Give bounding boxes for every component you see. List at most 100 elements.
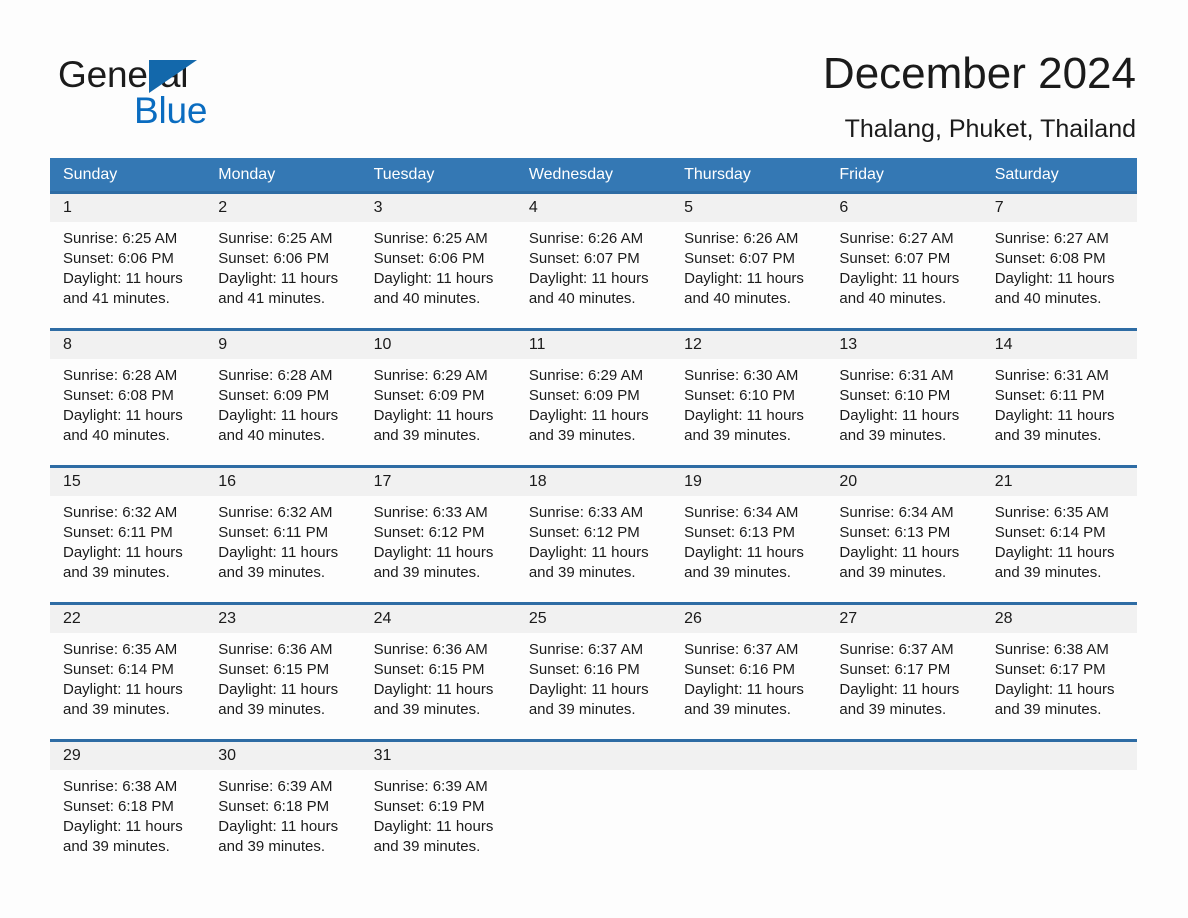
day-number-empty [671,742,826,770]
day-number[interactable]: 26 [671,605,826,633]
day-cell[interactable]: Sunrise: 6:29 AM Sunset: 6:09 PM Dayligh… [516,366,671,465]
week-body: Sunrise: 6:28 AM Sunset: 6:08 PM Dayligh… [50,359,1137,465]
day-number[interactable]: 18 [516,468,671,496]
day-number[interactable]: 16 [205,468,360,496]
sunset-text: Sunset: 6:11 PM [218,524,329,541]
weekday-header-sunday: Sunday [63,166,118,183]
day-number[interactable]: 28 [982,605,1137,633]
day-cell[interactable]: Sunrise: 6:34 AM Sunset: 6:13 PM Dayligh… [671,503,826,602]
day-number[interactable]: 29 [50,742,205,770]
day-cell-empty [671,777,826,872]
day-cell[interactable]: Sunrise: 6:35 AM Sunset: 6:14 PM Dayligh… [50,640,205,739]
day-number[interactable]: 17 [361,468,516,496]
daylight-text-line1: Daylight: 11 hours [373,407,494,424]
day-number[interactable]: 23 [205,605,360,633]
day-number[interactable]: 8 [50,331,205,359]
sunrise-text: Sunrise: 6:39 AM [218,778,333,795]
day-number[interactable]: 19 [671,468,826,496]
day-cell[interactable]: Sunrise: 6:37 AM Sunset: 6:16 PM Dayligh… [516,640,671,739]
sunset-text: Sunset: 6:18 PM [218,798,330,815]
daylight-text-line1: Daylight: 11 hours [528,681,649,698]
day-cell[interactable]: Sunrise: 6:26 AM Sunset: 6:07 PM Dayligh… [516,229,671,328]
day-number[interactable]: 4 [516,194,671,222]
day-cell[interactable]: Sunrise: 6:25 AM Sunset: 6:06 PM Dayligh… [361,229,516,328]
daylight-text-line1: Daylight: 11 hours [994,407,1115,424]
day-number[interactable]: 27 [826,605,981,633]
calendar-week-row: 1 2 3 4 5 6 7 Sunrise: 6:25 AM Sunset: 6… [50,191,1137,328]
sunset-text: Sunset: 6:13 PM [839,524,951,541]
day-cell[interactable]: Sunrise: 6:27 AM Sunset: 6:07 PM Dayligh… [826,229,981,328]
day-cell[interactable]: Sunrise: 6:38 AM Sunset: 6:18 PM Dayligh… [50,777,205,872]
day-cell[interactable]: Sunrise: 6:32 AM Sunset: 6:11 PM Dayligh… [205,503,360,602]
day-number[interactable]: 21 [982,468,1137,496]
day-number[interactable]: 2 [205,194,360,222]
sunrise-text: Sunrise: 6:31 AM [994,367,1109,384]
day-cell[interactable]: Sunrise: 6:36 AM Sunset: 6:15 PM Dayligh… [361,640,516,739]
day-number[interactable]: 1 [50,194,205,222]
day-cell[interactable]: Sunrise: 6:32 AM Sunset: 6:11 PM Dayligh… [50,503,205,602]
day-cell[interactable]: Sunrise: 6:31 AM Sunset: 6:10 PM Dayligh… [826,366,981,465]
day-number[interactable]: 7 [982,194,1137,222]
day-number[interactable]: 15 [50,468,205,496]
daylight-text-line2: and 39 minutes. [63,701,170,718]
day-cell[interactable]: Sunrise: 6:33 AM Sunset: 6:12 PM Dayligh… [516,503,671,602]
day-cell[interactable]: Sunrise: 6:27 AM Sunset: 6:08 PM Dayligh… [982,229,1137,328]
day-cell[interactable]: Sunrise: 6:37 AM Sunset: 6:17 PM Dayligh… [826,640,981,739]
day-number[interactable]: 3 [361,194,516,222]
daylight-text-line1: Daylight: 11 hours [218,544,339,561]
daylight-text-line1: Daylight: 11 hours [373,270,494,287]
daylight-text-line1: Daylight: 11 hours [63,818,183,835]
daylight-text-line1: Daylight: 11 hours [684,270,804,287]
day-number[interactable]: 10 [361,331,516,359]
week-body: Sunrise: 6:35 AM Sunset: 6:14 PM Dayligh… [50,633,1137,739]
sunset-text: Sunset: 6:10 PM [684,387,796,404]
daylight-text-line1: Daylight: 11 hours [994,544,1115,561]
daylight-text-line2: and 39 minutes. [994,701,1102,718]
sunrise-text: Sunrise: 6:32 AM [218,504,333,521]
sunset-text: Sunset: 6:10 PM [839,387,951,404]
sunrise-text: Sunrise: 6:25 AM [218,230,333,247]
day-cell[interactable]: Sunrise: 6:37 AM Sunset: 6:16 PM Dayligh… [671,640,826,739]
daylight-text-line1: Daylight: 11 hours [839,270,960,287]
day-cell[interactable]: Sunrise: 6:39 AM Sunset: 6:18 PM Dayligh… [205,777,360,872]
sunrise-text: Sunrise: 6:35 AM [63,641,178,658]
generalblue-logo[interactable]: General Blue [58,54,378,150]
day-cell[interactable]: Sunrise: 6:33 AM Sunset: 6:12 PM Dayligh… [361,503,516,602]
day-number[interactable]: 11 [516,331,671,359]
calendar-page: General Blue December 2024 Thalang, Phuk… [0,0,1188,918]
day-number[interactable]: 6 [826,194,981,222]
day-number[interactable]: 22 [50,605,205,633]
day-number[interactable]: 31 [361,742,516,770]
day-cell[interactable]: Sunrise: 6:39 AM Sunset: 6:19 PM Dayligh… [361,777,516,872]
day-number[interactable]: 20 [826,468,981,496]
day-cell[interactable]: Sunrise: 6:29 AM Sunset: 6:09 PM Dayligh… [361,366,516,465]
day-number[interactable]: 5 [671,194,826,222]
day-cell[interactable]: Sunrise: 6:25 AM Sunset: 6:06 PM Dayligh… [205,229,360,328]
sunset-text: Sunset: 6:11 PM [63,524,173,541]
daylight-text-line1: Daylight: 11 hours [528,270,649,287]
daylight-text-line2: and 40 minutes. [373,290,481,307]
day-cell[interactable]: Sunrise: 6:38 AM Sunset: 6:17 PM Dayligh… [982,640,1137,739]
day-cell[interactable]: Sunrise: 6:31 AM Sunset: 6:11 PM Dayligh… [982,366,1137,465]
day-cell[interactable]: Sunrise: 6:30 AM Sunset: 6:10 PM Dayligh… [671,366,826,465]
day-number[interactable]: 30 [205,742,360,770]
day-cell[interactable]: Sunrise: 6:26 AM Sunset: 6:07 PM Dayligh… [671,229,826,328]
day-number[interactable]: 14 [982,331,1137,359]
day-cell[interactable]: Sunrise: 6:34 AM Sunset: 6:13 PM Dayligh… [826,503,981,602]
day-number[interactable]: 9 [205,331,360,359]
day-number[interactable]: 12 [671,331,826,359]
day-number[interactable]: 25 [516,605,671,633]
calendar-week-row: 22 23 24 25 26 27 28 Sunrise: 6:35 AM Su… [50,602,1137,739]
day-cell[interactable]: Sunrise: 6:25 AM Sunset: 6:06 PM Dayligh… [50,229,205,328]
day-number[interactable]: 24 [361,605,516,633]
day-cell[interactable]: Sunrise: 6:28 AM Sunset: 6:09 PM Dayligh… [205,366,360,465]
daylight-text-line1: Daylight: 11 hours [839,544,960,561]
day-cell[interactable]: Sunrise: 6:28 AM Sunset: 6:08 PM Dayligh… [50,366,205,465]
page-header: General Blue December 2024 Thalang, Phuk… [0,46,1188,158]
sunset-text: Sunset: 6:07 PM [684,250,796,267]
sunset-text: Sunset: 6:18 PM [63,798,174,815]
day-cell[interactable]: Sunrise: 6:35 AM Sunset: 6:14 PM Dayligh… [982,503,1137,602]
day-number[interactable]: 13 [826,331,981,359]
location-subtitle: Thalang, Phuket, Thailand [844,115,1136,143]
day-cell[interactable]: Sunrise: 6:36 AM Sunset: 6:15 PM Dayligh… [205,640,360,739]
